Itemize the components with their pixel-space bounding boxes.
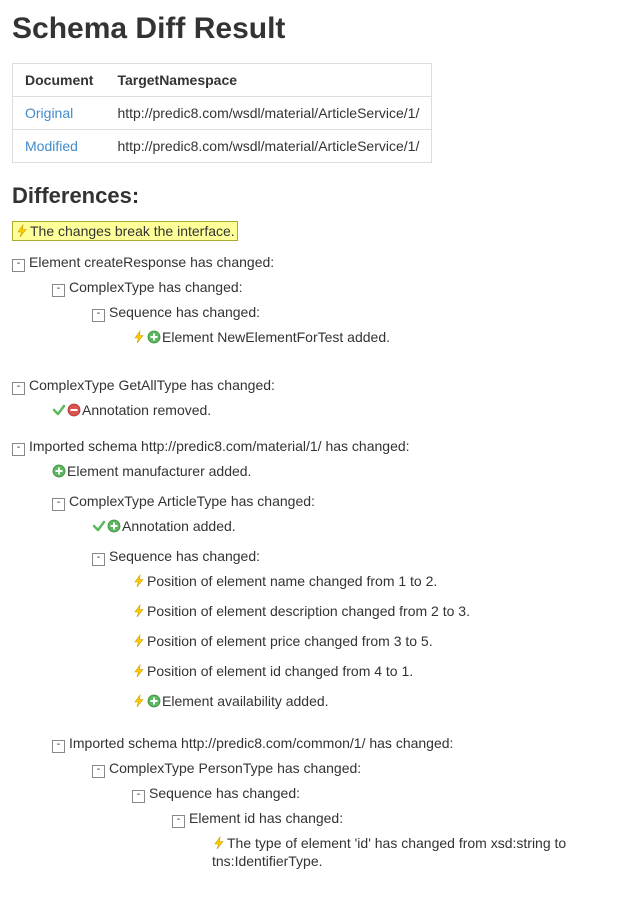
namespace-value: http://predic8.com/wsdl/material/Article… — [105, 97, 431, 130]
tree-node-label: Imported schema http://predic8.com/commo… — [69, 735, 453, 751]
minus-icon — [67, 403, 81, 417]
plus-icon — [52, 464, 66, 478]
tree-node-label: Position of element price changed from 3… — [147, 633, 433, 649]
col-namespace: TargetNamespace — [105, 64, 431, 97]
tree-node: -ComplexType ArticleType has changed:Ann… — [34, 486, 628, 728]
tree-node-label: Sequence has changed: — [149, 785, 300, 801]
tree-node-label: ComplexType GetAllType has changed: — [29, 377, 275, 393]
namespace-value: http://predic8.com/wsdl/material/Article… — [105, 130, 431, 163]
collapse-toggle[interactable]: - — [12, 382, 25, 395]
tree-node: -ComplexType PersonType has changed:-Seq… — [74, 753, 628, 894]
namespace-table: Document TargetNamespace Original http:/… — [12, 63, 432, 163]
tree-node: -Element id has changed: The type of elem… — [154, 803, 628, 882]
tree-node-label: Position of element description changed … — [147, 603, 470, 619]
tree-node-label: ComplexType PersonType has changed: — [109, 760, 361, 776]
tree-node: Position of element price changed from 3… — [114, 626, 628, 656]
tree-node-label: ComplexType has changed: — [69, 279, 243, 295]
tree-node: -Imported schema http://predic8.com/mate… — [12, 431, 628, 906]
differences-heading: Differences: — [12, 183, 628, 209]
bolt-icon — [132, 574, 146, 588]
tree-node-label: Element NewElementForTest added. — [162, 329, 390, 345]
tree-node: Position of element name changed from 1 … — [114, 566, 628, 596]
bolt-icon — [132, 664, 146, 678]
col-document: Document — [13, 64, 106, 97]
plus-icon — [107, 519, 121, 533]
tree-node: Annotation removed. — [34, 395, 628, 425]
tree-node-label: Imported schema http://predic8.com/mater… — [29, 438, 410, 454]
bolt-icon — [15, 224, 29, 238]
tree-node: -ComplexType has changed:-Sequence has c… — [34, 272, 628, 364]
collapse-toggle[interactable]: - — [52, 740, 65, 753]
bolt-icon — [132, 604, 146, 618]
collapse-toggle[interactable]: - — [52, 284, 65, 297]
tree-node-label: Annotation added. — [122, 518, 236, 534]
bolt-icon — [132, 694, 146, 708]
tree-node: -Imported schema http://predic8.com/comm… — [34, 728, 628, 900]
tree-node-label: Element createResponse has changed: — [29, 254, 274, 270]
bolt-icon — [132, 330, 146, 344]
break-warning-banner: The changes break the interface. — [12, 221, 238, 241]
tree-node: Annotation added. — [74, 511, 628, 541]
page-title: Schema Diff Result — [12, 12, 628, 45]
tree-node: -ComplexType GetAllType has changed: Anno… — [12, 370, 628, 431]
tree-node-label: ComplexType ArticleType has changed: — [69, 493, 315, 509]
modified-link[interactable]: Modified — [25, 138, 78, 154]
tree-node-label: Sequence has changed: — [109, 304, 260, 320]
tree-node: The type of element 'id' has changed fro… — [194, 828, 628, 876]
tree-node-label: Element id has changed: — [189, 810, 343, 826]
collapse-toggle[interactable]: - — [172, 815, 185, 828]
bolt-icon — [212, 836, 226, 850]
check-icon — [52, 403, 66, 417]
tree-node: -Sequence has changed: Element NewElement… — [74, 297, 628, 358]
collapse-toggle[interactable]: - — [92, 553, 105, 566]
diff-tree: -Element createResponse has changed:-Com… — [12, 247, 628, 906]
collapse-toggle[interactable]: - — [12, 443, 25, 456]
collapse-toggle[interactable]: - — [92, 309, 105, 322]
tree-node: -Sequence has changed: Position of elemen… — [74, 541, 628, 722]
original-link[interactable]: Original — [25, 105, 73, 121]
table-row: Modified http://predic8.com/wsdl/materia… — [13, 130, 432, 163]
collapse-toggle[interactable]: - — [12, 259, 25, 272]
check-icon — [92, 519, 106, 533]
tree-node: Position of element id changed from 4 to… — [114, 656, 628, 686]
break-warning-text: The changes break the interface. — [30, 223, 235, 239]
collapse-toggle[interactable]: - — [52, 498, 65, 511]
tree-node: -Sequence has changed:-Element id has ch… — [114, 778, 628, 888]
tree-node: Element availability added. — [114, 686, 628, 716]
tree-node: Position of element description changed … — [114, 596, 628, 626]
tree-node-label: Element manufacturer added. — [67, 463, 251, 479]
collapse-toggle[interactable]: - — [132, 790, 145, 803]
tree-node-label: Annotation removed. — [82, 402, 211, 418]
tree-node-label: The type of element 'id' has changed fro… — [212, 835, 566, 869]
bolt-icon — [132, 634, 146, 648]
table-row: Original http://predic8.com/wsdl/materia… — [13, 97, 432, 130]
tree-node-label: Element availability added. — [162, 693, 329, 709]
plus-icon — [147, 694, 161, 708]
tree-node-label: Position of element name changed from 1 … — [147, 573, 437, 589]
tree-node: Element NewElementForTest added. — [114, 322, 628, 352]
tree-node: -Element createResponse has changed:-Com… — [12, 247, 628, 370]
tree-node-label: Position of element id changed from 4 to… — [147, 663, 413, 679]
tree-node: Element manufacturer added. — [34, 456, 628, 486]
plus-icon — [147, 330, 161, 344]
tree-node-label: Sequence has changed: — [109, 548, 260, 564]
collapse-toggle[interactable]: - — [92, 765, 105, 778]
